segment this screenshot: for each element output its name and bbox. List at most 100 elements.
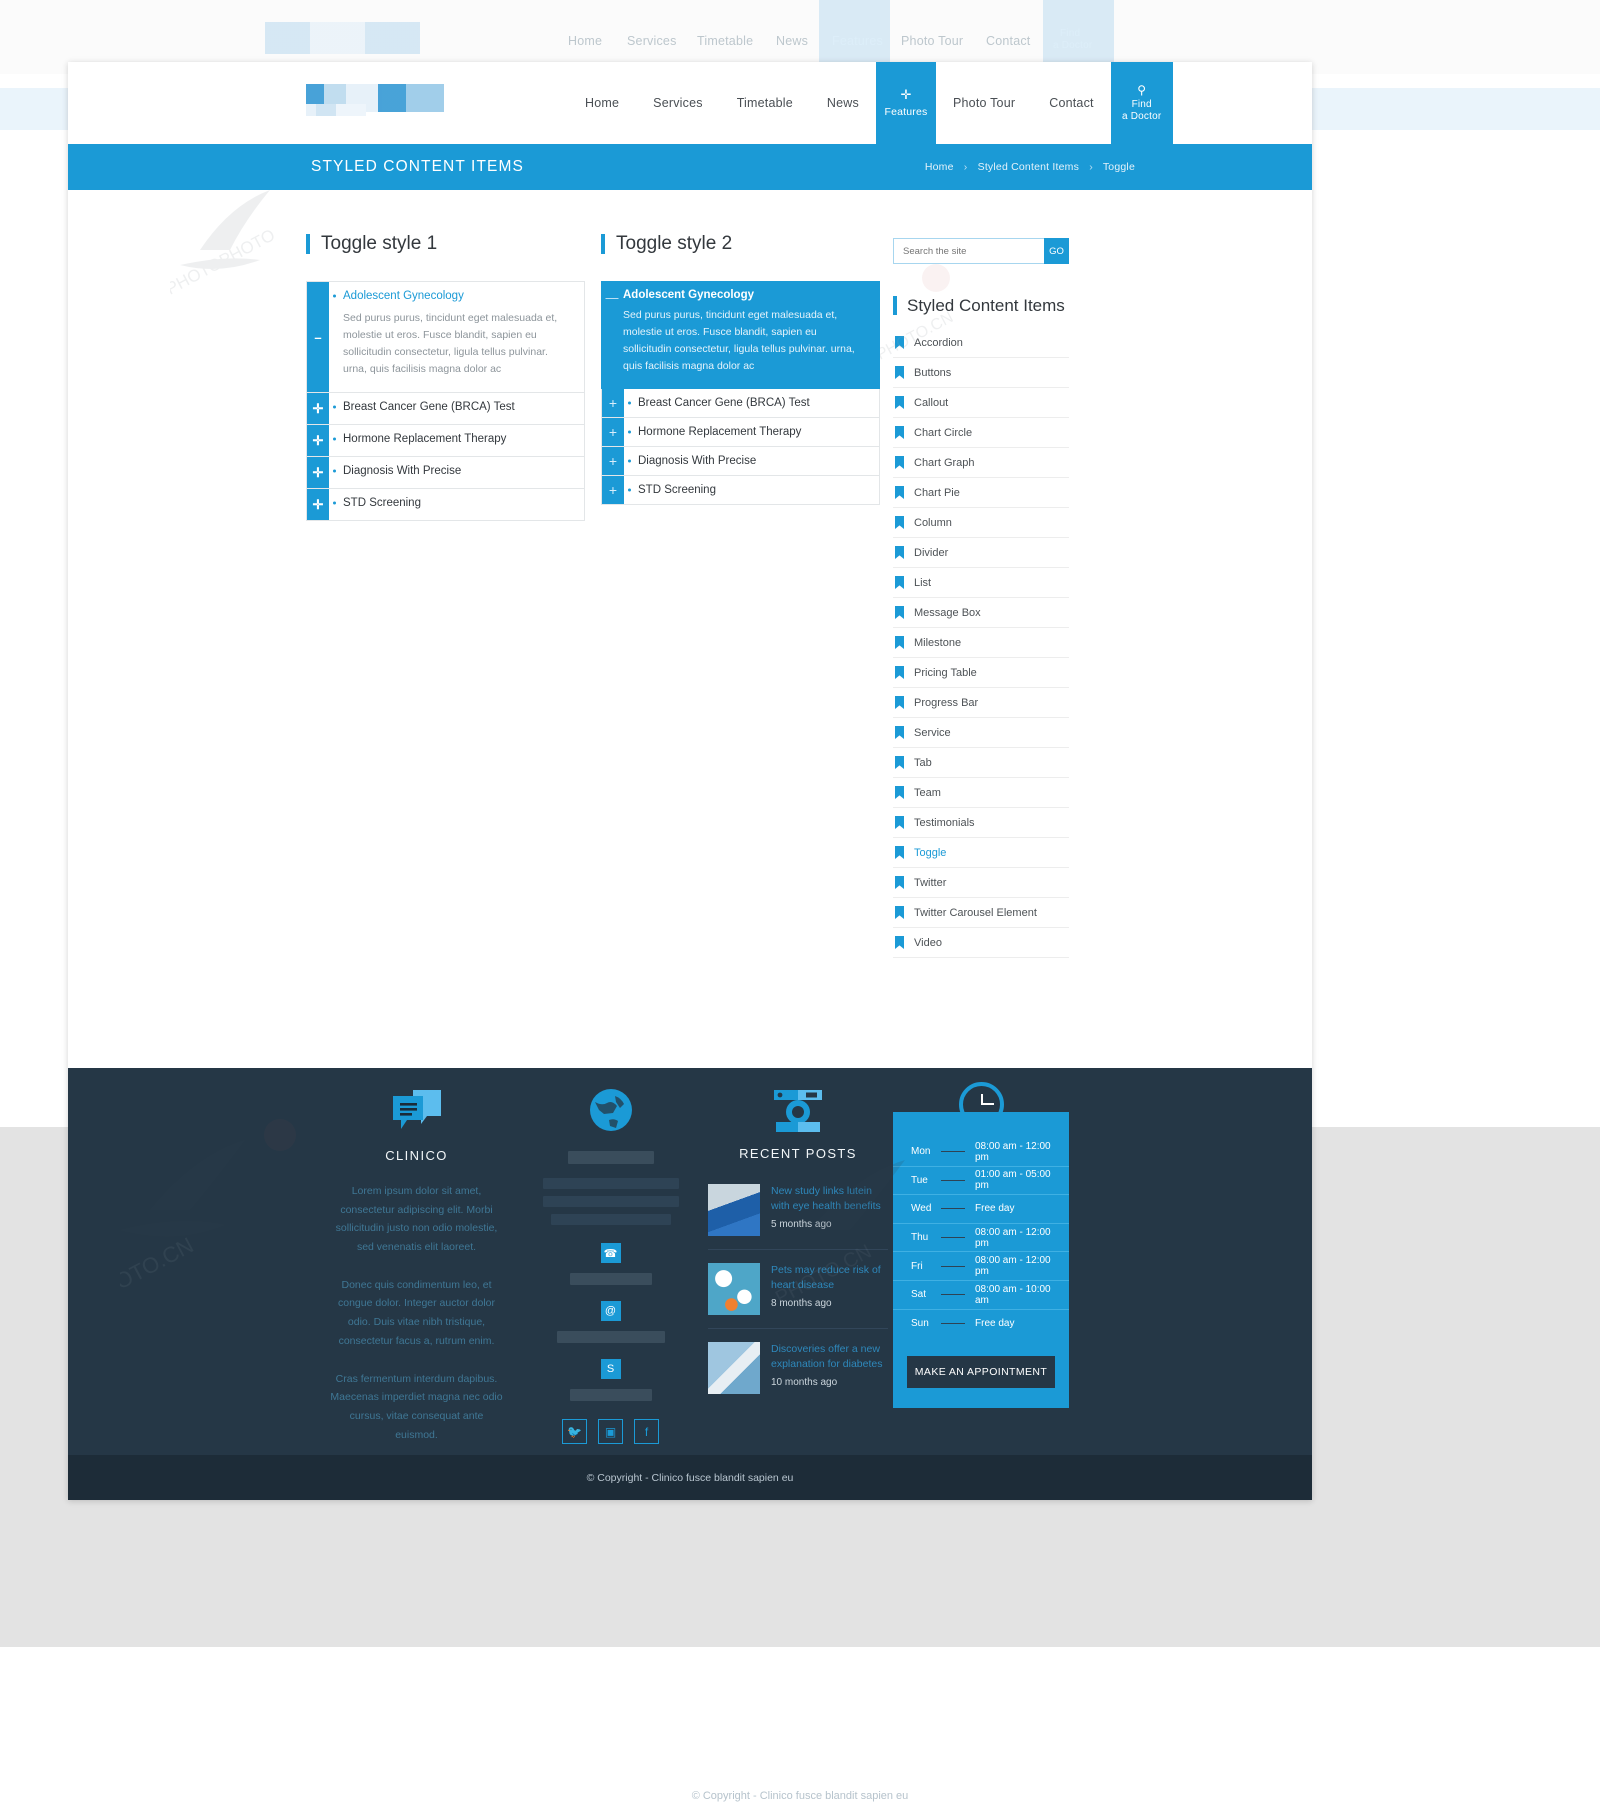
footer-copyright: © Copyright - Clinico fusce blandit sapi…	[68, 1455, 1312, 1500]
nav-item-services[interactable]: Services	[636, 62, 720, 144]
toggle1-item-2-title: Hormone Replacement Therapy	[329, 425, 584, 453]
minus-icon[interactable]: —	[601, 281, 623, 389]
sidebar-item-label: Divider	[914, 546, 949, 559]
ghost-nav-find-doctor-line1: Find	[1060, 28, 1081, 39]
list-item: Callout	[893, 388, 1069, 418]
redacted-address-line-1	[542, 1178, 679, 1189]
toggle1-item-0-body: Sed purus purus, tincidunt eget malesuad…	[343, 312, 558, 375]
toggle1-item-open[interactable]: – Adolescent Gynecology Sed purus purus,…	[306, 281, 585, 393]
plus-icon[interactable]: +	[602, 418, 624, 446]
toggle2-item-2[interactable]: + Hormone Replacement Therapy	[601, 418, 880, 447]
post-title[interactable]: Pets may reduce risk of heart disease	[771, 1263, 888, 1294]
toggle2-item-1[interactable]: + Breast Cancer Gene (BRCA) Test	[601, 389, 880, 418]
nav-item-features-label: Features	[884, 105, 928, 118]
hours-row-sun: Sun Free day	[893, 1310, 1069, 1339]
toggle2-item-3[interactable]: + Diagnosis With Precise	[601, 447, 880, 476]
hours-value: 08:00 am - 12:00 pm	[975, 1140, 1051, 1163]
plus-icon[interactable]: +	[602, 476, 624, 504]
plus-icon[interactable]: ✛	[307, 425, 329, 456]
plus-icon[interactable]: ✛	[307, 457, 329, 488]
toggle-style-2-heading: Toggle style 2	[601, 234, 732, 254]
sidebar-item-team[interactable]: Team	[893, 778, 1069, 807]
nav-item-contact[interactable]: Contact	[1032, 62, 1110, 144]
sidebar-item-callout[interactable]: Callout	[893, 388, 1069, 417]
nav-item-features[interactable]: ✛ Features	[875, 62, 936, 144]
breadcrumb-home[interactable]: Home	[925, 161, 954, 173]
at-icon[interactable]: @	[600, 1301, 621, 1321]
post-title[interactable]: New study links lutein with eye health b…	[771, 1184, 888, 1215]
sidebar-item-video[interactable]: Video	[893, 928, 1069, 957]
toggle2-item-4[interactable]: + STD Screening	[601, 476, 880, 505]
nav-item-timetable[interactable]: Timetable	[720, 62, 810, 144]
list-item[interactable]: New study links lutein with eye health b…	[708, 1171, 888, 1250]
post-timestamp: 8 months ago	[771, 1297, 832, 1309]
sidebar-item-divider[interactable]: Divider	[893, 538, 1069, 567]
sidebar-item-progress-bar[interactable]: Progress Bar	[893, 688, 1069, 717]
sidebar-item-twitter-carousel-element[interactable]: Twitter Carousel Element	[893, 898, 1069, 927]
phone-icon[interactable]: ☎	[600, 1243, 621, 1263]
nav-item-home[interactable]: Home	[568, 62, 636, 144]
toggle1-item-4-title: STD Screening	[329, 489, 584, 517]
sidebar-item-tab[interactable]: Tab	[893, 748, 1069, 777]
search-go-button[interactable]: GO	[1044, 238, 1069, 264]
post-thumbnail	[708, 1263, 760, 1315]
bookmark-icon	[895, 396, 904, 409]
sidebar-item-testimonials[interactable]: Testimonials	[893, 808, 1069, 837]
sidebar-item-pricing-table[interactable]: Pricing Table	[893, 658, 1069, 687]
breadcrumb-styled-content-items[interactable]: Styled Content Items	[978, 161, 1079, 173]
post-title[interactable]: Discoveries offer a new explanation for …	[771, 1342, 888, 1373]
sidebar-item-message-box[interactable]: Message Box	[893, 598, 1069, 627]
sidebar-item-twitter[interactable]: Twitter	[893, 868, 1069, 897]
sidebar-item-chart-graph[interactable]: Chart Graph	[893, 448, 1069, 477]
toggle1-item-1[interactable]: ✛ Breast Cancer Gene (BRCA) Test	[306, 393, 585, 425]
make-an-appointment-button[interactable]: MAKE AN APPOINTMENT	[907, 1356, 1055, 1389]
footer-about-paragraph-2: Donec quis condimentum leo, et congue do…	[337, 1278, 496, 1347]
toggle2-item-open[interactable]: — Adolescent Gynecology Sed purus purus,…	[601, 281, 880, 389]
find-a-doctor-button[interactable]: ⚲ Find a Doctor	[1110, 62, 1173, 144]
sidebar-item-column[interactable]: Column	[893, 508, 1069, 537]
sidebar-item-label: Twitter	[914, 876, 947, 889]
sidebar-title: Styled Content Items	[893, 296, 1069, 315]
twitter-icon[interactable]: 🐦	[562, 1419, 587, 1444]
sidebar-item-accordion[interactable]: Accordion	[893, 328, 1069, 357]
bookmark-icon	[895, 666, 904, 679]
list-item[interactable]: Pets may reduce risk of heart disease 8 …	[708, 1250, 888, 1329]
hours-value: Free day	[975, 1203, 1015, 1215]
plus-icon[interactable]: ✛	[307, 489, 329, 520]
plus-icon[interactable]: ✛	[307, 393, 329, 424]
sidebar-item-milestone[interactable]: Milestone	[893, 628, 1069, 657]
hours-value: 08:00 am - 12:00 pm	[975, 1226, 1051, 1249]
ghost-nav-phototour: Photo Tour	[901, 34, 964, 48]
toggle1-item-2[interactable]: ✛ Hormone Replacement Therapy	[306, 425, 585, 457]
sidebar-item-buttons[interactable]: Buttons	[893, 358, 1069, 387]
minus-icon[interactable]: –	[307, 282, 329, 392]
toggle1-item-1-title: Breast Cancer Gene (BRCA) Test	[329, 393, 584, 421]
breadcrumb-separator-1: ›	[963, 161, 968, 173]
list-item: Toggle	[893, 838, 1069, 868]
instagram-icon[interactable]: ▣	[598, 1419, 623, 1444]
facebook-icon[interactable]: f	[634, 1419, 659, 1444]
plus-icon[interactable]: +	[602, 389, 624, 417]
nav-item-photo-tour[interactable]: Photo Tour	[936, 62, 1032, 144]
list-item: List	[893, 568, 1069, 598]
skype-icon[interactable]: S	[600, 1359, 621, 1379]
ghost-nav-features: Features	[832, 34, 883, 48]
sidebar-item-service[interactable]: Service	[893, 718, 1069, 747]
sidebar-item-chart-circle[interactable]: Chart Circle	[893, 418, 1069, 447]
nav-item-news[interactable]: News	[810, 62, 876, 144]
toggle1-item-4[interactable]: ✛ STD Screening	[306, 489, 585, 521]
toggle1-item-3[interactable]: ✛ Diagnosis With Precise	[306, 457, 585, 489]
sidebar-item-toggle[interactable]: Toggle	[893, 838, 1069, 867]
sidebar-item-label: List	[914, 576, 932, 589]
plus-icon[interactable]: +	[602, 447, 624, 475]
search-input[interactable]	[893, 238, 1044, 264]
footer-about-paragraph-3: Cras fermentum interdum dapibus. Maecena…	[330, 1372, 503, 1441]
hours-day: Tue	[911, 1174, 928, 1186]
sidebar-item-list[interactable]: List	[893, 568, 1069, 597]
sidebar-item-chart-pie[interactable]: Chart Pie	[893, 478, 1069, 507]
list-item[interactable]: Discoveries offer a new explanation for …	[708, 1329, 888, 1407]
site-logo[interactable]	[306, 84, 444, 116]
footer-about-column: CLINICO Lorem ipsum dolor sit amet, cons…	[329, 1088, 504, 1444]
footer-about-paragraph-1: Lorem ipsum dolor sit amet, consectetur …	[335, 1185, 498, 1254]
list-item: Tab	[893, 748, 1069, 778]
